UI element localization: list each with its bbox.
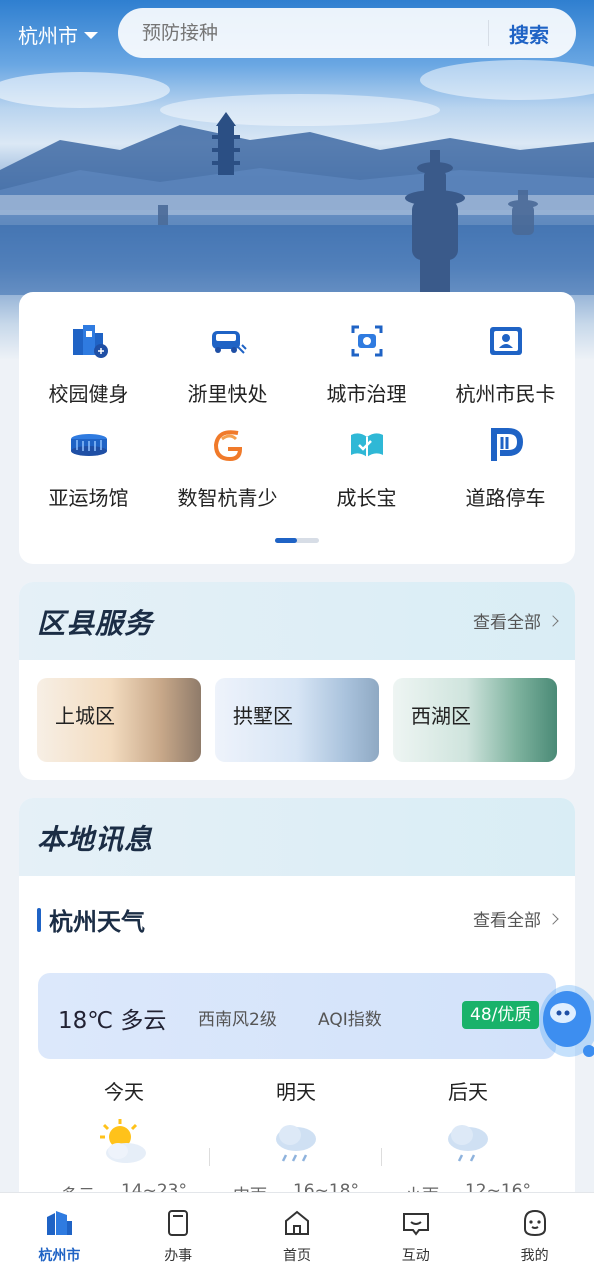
stadium-icon <box>66 422 112 468</box>
service-campus-fitness[interactable]: 校园健身 <box>19 318 158 412</box>
tab-interaction[interactable]: 互动 <box>356 1193 475 1280</box>
search-divider <box>488 20 489 46</box>
forecast-day-after: 后天 小雨 12~16° <box>382 1076 554 1206</box>
current-temp: 18℃ 多云 <box>58 1008 167 1034</box>
aqi-badge: 48/优质 <box>462 1001 540 1029</box>
district-gongshu[interactable]: 拱墅区 <box>215 678 379 762</box>
top-bar: 杭州市 搜索 <box>0 8 594 60</box>
local-header: 本地讯息 <box>19 798 575 876</box>
partly-cloudy-icon <box>100 1119 146 1163</box>
forecast-list: 今天 多云 14~23° 明天 中雨 16~18° <box>38 1076 556 1206</box>
service-label: 浙里快处 <box>187 382 268 406</box>
service-youth-hangzhou[interactable]: 数智杭青少 <box>158 422 297 516</box>
book-icon <box>344 422 390 468</box>
forecast-today: 今天 多云 14~23° <box>38 1076 210 1206</box>
heading-bar <box>37 907 41 932</box>
tab-label: 杭州市 <box>38 1248 81 1264</box>
document-icon <box>168 1210 189 1236</box>
services-grid: 校园健身 浙里快处 城市治理 杭州市民卡 亚运场馆 数智杭青少 成长宝 道路停车 <box>19 318 575 516</box>
parking-icon <box>483 422 529 468</box>
search-button[interactable]: 搜索 <box>509 19 549 48</box>
aqi-label: AQI指数 <box>318 1010 382 1030</box>
city-building-icon <box>47 1211 73 1235</box>
tab-hangzhou[interactable]: 杭州市 <box>0 1193 119 1280</box>
district-view-all-link[interactable]: 查看全部 <box>473 608 559 633</box>
chevron-right-icon <box>547 912 559 925</box>
assistant-floating-button[interactable] <box>533 975 594 1071</box>
quick-services-card: 校园健身 浙里快处 城市治理 杭州市民卡 亚运场馆 数智杭青少 成长宝 道路停车 <box>19 292 575 564</box>
service-label: 成长宝 <box>336 486 397 510</box>
service-label: 亚运场馆 <box>48 486 129 510</box>
search-bar: 搜索 <box>118 8 576 58</box>
page-indicator-active <box>275 538 297 543</box>
service-label: 城市治理 <box>326 382 407 406</box>
view-all-label: 查看全部 <box>473 613 541 633</box>
district-xihu[interactable]: 西湖区 <box>393 678 557 762</box>
current-weather-panel[interactable]: 18℃ 多云 西南风2级 AQI指数 48/优质 <box>38 973 556 1059</box>
day-name: 明天 <box>276 1080 316 1104</box>
caret-down-icon <box>84 32 98 39</box>
bottom-tab-bar: 杭州市 办事 首页 互动 我的 <box>0 1192 594 1280</box>
wind-info: 西南风2级 <box>198 1010 277 1030</box>
service-label: 杭州市民卡 <box>455 382 556 406</box>
home-icon <box>284 1210 309 1235</box>
city-selector[interactable]: 杭州市 <box>18 20 98 49</box>
day-name: 今天 <box>104 1080 144 1104</box>
youth-logo-icon <box>205 422 251 468</box>
district-shangcheng[interactable]: 上城区 <box>37 678 201 762</box>
district-list: 上城区 拱墅区 西湖区 <box>37 678 557 762</box>
tab-label: 首页 <box>282 1248 311 1264</box>
weather-heading: 杭州天气 <box>37 902 145 937</box>
service-label: 数智杭青少 <box>177 486 278 510</box>
service-label: 道路停车 <box>465 486 546 510</box>
service-city-governance[interactable]: 城市治理 <box>297 318 436 412</box>
profile-icon <box>523 1209 546 1237</box>
tab-services[interactable]: 办事 <box>119 1193 238 1280</box>
weather-view-all-link[interactable]: 查看全部 <box>473 906 559 931</box>
district-label: 拱墅区 <box>233 704 293 728</box>
view-all-label: 查看全部 <box>473 911 541 931</box>
district-label: 上城区 <box>55 704 115 728</box>
service-zheli-kuaichu[interactable]: 浙里快处 <box>158 318 297 412</box>
tab-label: 我的 <box>520 1248 549 1264</box>
district-title: 区县服务 <box>37 607 154 640</box>
search-input[interactable] <box>142 22 482 44</box>
campus-building-icon <box>66 318 112 364</box>
district-header: 区县服务 查看全部 <box>19 582 575 660</box>
id-card-icon <box>483 318 529 364</box>
service-asian-games-venue[interactable]: 亚运场馆 <box>19 422 158 516</box>
tab-label: 互动 <box>401 1248 430 1264</box>
chat-icon <box>402 1213 429 1236</box>
service-road-parking[interactable]: 道路停车 <box>436 422 575 516</box>
service-growth-treasure[interactable]: 成长宝 <box>297 422 436 516</box>
day-name: 后天 <box>448 1080 488 1104</box>
tab-mine[interactable]: 我的 <box>475 1193 594 1280</box>
city-name: 杭州市 <box>18 24 78 48</box>
service-label: 校园健身 <box>48 382 129 406</box>
district-label: 西湖区 <box>411 704 471 728</box>
tab-home[interactable]: 首页 <box>238 1193 357 1280</box>
forecast-tomorrow: 明天 中雨 16~18° <box>210 1076 382 1206</box>
car-accident-icon <box>205 318 251 364</box>
weather-title: 杭州天气 <box>49 908 145 936</box>
district-services-card: 区县服务 查看全部 上城区 拱墅区 西湖区 <box>19 582 575 780</box>
local-news-card: 本地讯息 杭州天气 查看全部 18℃ 多云 西南风2级 AQI指数 48/优质 … <box>19 798 575 1218</box>
rain-icon <box>276 1125 316 1162</box>
service-citizen-card[interactable]: 杭州市民卡 <box>436 318 575 412</box>
chevron-right-icon <box>547 614 559 627</box>
page-indicator <box>275 538 319 543</box>
camera-scan-icon <box>344 318 390 364</box>
robot-assistant-icon <box>539 985 594 1057</box>
light-rain-icon <box>448 1125 488 1162</box>
tab-label: 办事 <box>164 1248 193 1264</box>
local-title: 本地讯息 <box>37 823 154 856</box>
